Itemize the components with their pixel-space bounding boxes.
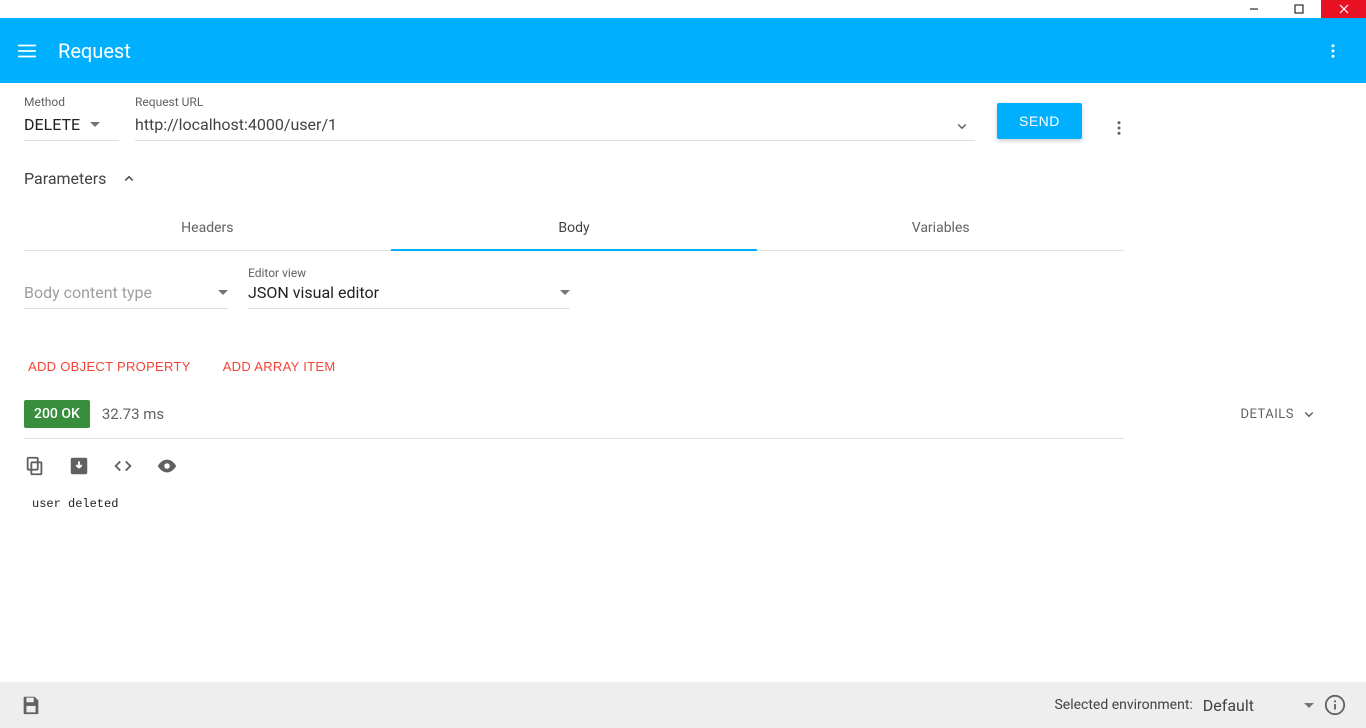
info-icon[interactable] bbox=[1324, 694, 1346, 716]
eye-icon[interactable] bbox=[156, 455, 178, 477]
menu-icon[interactable] bbox=[16, 40, 38, 62]
parameters-label: Parameters bbox=[24, 169, 106, 188]
chevron-up-icon bbox=[120, 170, 138, 188]
environment-select[interactable]: Default bbox=[1203, 696, 1314, 715]
minimize-button[interactable] bbox=[1231, 0, 1276, 18]
download-icon[interactable] bbox=[68, 455, 90, 477]
chevron-down-icon bbox=[1300, 405, 1318, 423]
method-select[interactable]: DELETE bbox=[24, 111, 119, 141]
dropdown-icon bbox=[218, 290, 228, 295]
method-value: DELETE bbox=[24, 115, 80, 134]
response-body: user deleted bbox=[24, 497, 1342, 511]
request-more-icon[interactable] bbox=[1110, 119, 1128, 137]
editor-view-label: Editor view bbox=[248, 266, 306, 280]
app-bar: Request bbox=[0, 18, 1366, 83]
response-status-line: 200 OK 32.73 ms DETAILS bbox=[24, 400, 1342, 428]
tab-body[interactable]: Body bbox=[391, 206, 758, 250]
editor-view-value: JSON visual editor bbox=[248, 283, 379, 302]
response-toolbar bbox=[24, 455, 1342, 477]
bottom-bar: Selected environment: Default bbox=[0, 682, 1366, 728]
maximize-button[interactable] bbox=[1276, 0, 1321, 18]
close-button[interactable] bbox=[1321, 0, 1366, 18]
status-badge: 200 OK bbox=[24, 400, 90, 428]
response-time: 32.73 ms bbox=[102, 405, 164, 423]
save-icon[interactable] bbox=[20, 694, 42, 716]
send-button[interactable]: SEND bbox=[997, 103, 1082, 139]
tab-headers[interactable]: Headers bbox=[24, 206, 391, 250]
add-array-item-button[interactable]: ADD ARRAY ITEM bbox=[219, 351, 340, 382]
env-value: Default bbox=[1203, 696, 1254, 715]
url-input[interactable]: http://localhost:4000/user/1 bbox=[135, 111, 975, 141]
window-controls bbox=[0, 0, 1366, 18]
tab-variables[interactable]: Variables bbox=[757, 206, 1124, 250]
code-icon[interactable] bbox=[112, 455, 134, 477]
more-vert-icon[interactable] bbox=[1316, 34, 1350, 68]
details-toggle[interactable]: DETAILS bbox=[1240, 405, 1318, 423]
chevron-down-icon[interactable] bbox=[953, 117, 971, 135]
json-actions: ADD OBJECT PROPERTY ADD ARRAY ITEM bbox=[24, 351, 1342, 382]
method-label: Method bbox=[24, 95, 119, 109]
dropdown-icon bbox=[90, 122, 100, 127]
page-title: Request bbox=[58, 39, 131, 63]
env-label: Selected environment: bbox=[1054, 697, 1192, 713]
dropdown-icon bbox=[1304, 703, 1314, 708]
tabs: Headers Body Variables bbox=[24, 206, 1124, 251]
details-label: DETAILS bbox=[1240, 407, 1294, 422]
copy-icon[interactable] bbox=[24, 455, 46, 477]
request-line: Method DELETE Request URL http://localho… bbox=[24, 95, 1342, 141]
url-label: Request URL bbox=[135, 95, 975, 109]
body-content-type-placeholder: Body content type bbox=[24, 283, 152, 302]
body-content-type-select[interactable]: Body content type bbox=[24, 265, 228, 309]
body-editor-row: Body content type Editor view JSON visua… bbox=[24, 265, 1342, 309]
content-area: Method DELETE Request URL http://localho… bbox=[0, 83, 1366, 682]
dropdown-icon bbox=[560, 290, 570, 295]
divider bbox=[24, 438, 1124, 439]
add-object-property-button[interactable]: ADD OBJECT PROPERTY bbox=[24, 351, 195, 382]
parameters-toggle[interactable]: Parameters bbox=[24, 169, 1342, 188]
editor-view-select[interactable]: JSON visual editor bbox=[248, 281, 570, 309]
